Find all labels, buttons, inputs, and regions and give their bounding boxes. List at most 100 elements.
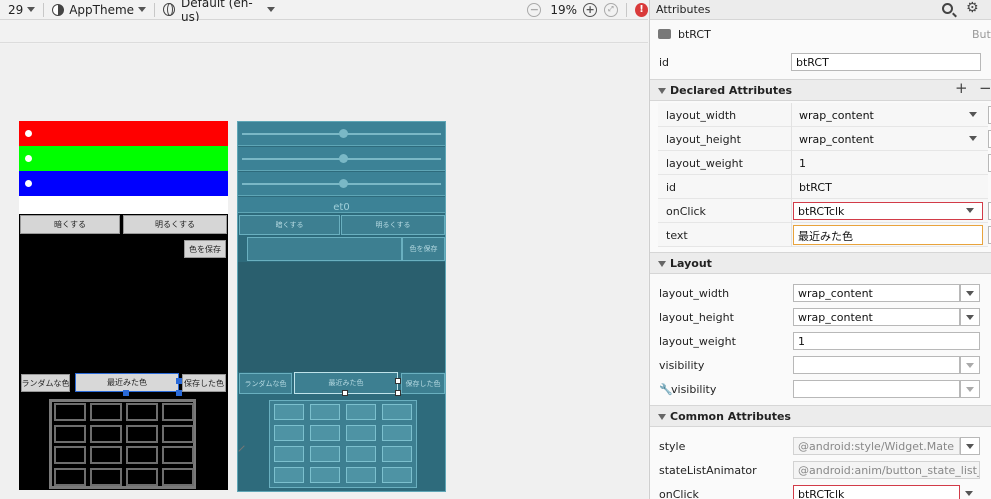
search-icon[interactable] bbox=[942, 3, 953, 14]
blueprint-lighten-button[interactable]: 明るくする bbox=[341, 215, 445, 235]
grid-cell[interactable] bbox=[162, 446, 194, 464]
blueprint-grid-cell[interactable] bbox=[310, 446, 340, 462]
seekbar-thumb[interactable] bbox=[25, 130, 32, 137]
tools-visibility-field[interactable] bbox=[793, 380, 960, 398]
blueprint-grid-cell[interactable] bbox=[346, 404, 376, 420]
blueprint-save-button[interactable]: 色を保存 bbox=[402, 237, 445, 261]
blueprint-grid-cell[interactable] bbox=[382, 425, 412, 441]
grid-cell[interactable] bbox=[54, 467, 86, 486]
color-strip-blue[interactable] bbox=[19, 171, 228, 196]
seekbar-thumb[interactable] bbox=[25, 180, 32, 187]
seekbar-thumb[interactable] bbox=[339, 154, 348, 163]
blueprint-grid-cell[interactable] bbox=[382, 467, 412, 483]
globe-icon bbox=[162, 3, 176, 16]
grid-cell[interactable] bbox=[126, 446, 158, 464]
seekbar-thumb[interactable] bbox=[339, 179, 348, 188]
blueprint-grid-cell[interactable] bbox=[274, 467, 304, 483]
grid-cell[interactable] bbox=[126, 424, 158, 443]
blueprint-seekbar-red[interactable] bbox=[238, 122, 445, 146]
grid-cell[interactable] bbox=[90, 424, 122, 443]
visibility-field[interactable] bbox=[793, 356, 960, 374]
add-attribute-icon[interactable]: + bbox=[955, 81, 968, 96]
grid-cell[interactable] bbox=[162, 424, 194, 443]
seekbar-thumb[interactable] bbox=[339, 129, 348, 138]
color-strip-red[interactable] bbox=[19, 121, 228, 146]
style-field[interactable]: @android:style/Widget.Mate bbox=[793, 437, 960, 455]
blueprint-grid-cell[interactable] bbox=[346, 467, 376, 483]
text-value-field[interactable]: 最近みた色 bbox=[793, 225, 983, 245]
attr-label: onClick bbox=[666, 205, 706, 218]
blueprint-darken-button[interactable]: 暗くする bbox=[239, 215, 340, 235]
blueprint-seekbar-green[interactable] bbox=[238, 147, 445, 171]
attr-value-field[interactable]: wrap_content bbox=[794, 130, 962, 148]
blueprint-grid-cell[interactable] bbox=[274, 404, 304, 420]
color-strip-green[interactable] bbox=[19, 146, 228, 171]
blueprint-grid-cell[interactable] bbox=[310, 404, 340, 420]
chevron-down-icon[interactable] bbox=[964, 106, 984, 124]
chevron-down-icon[interactable] bbox=[960, 356, 980, 374]
grid-cell[interactable] bbox=[54, 446, 86, 464]
grid-cell[interactable] bbox=[90, 467, 122, 486]
zoom-fit-icon[interactable]: ⤢ bbox=[604, 2, 619, 17]
blueprint-preview[interactable]: et0 暗くする 明るくする 色を保存 ランダムな色 最近みた色 保存した色 bbox=[237, 121, 446, 492]
chevron-down-icon[interactable] bbox=[964, 130, 984, 148]
blueprint-grid-cell[interactable] bbox=[382, 404, 412, 420]
onclick-value-field[interactable]: btRCTclk bbox=[793, 202, 983, 220]
blueprint-seekbar-blue[interactable] bbox=[238, 172, 445, 196]
blueprint-grid bbox=[269, 400, 417, 488]
attr-value-field[interactable]: 1 bbox=[794, 154, 984, 172]
selection-handle[interactable] bbox=[123, 390, 129, 396]
layout-section-header[interactable]: Layout bbox=[650, 252, 991, 274]
blueprint-saved-button[interactable]: 保存した色 bbox=[401, 373, 445, 394]
grid-cell[interactable] bbox=[126, 467, 158, 486]
seekbar-thumb[interactable] bbox=[25, 155, 32, 162]
chevron-down-icon[interactable] bbox=[960, 437, 980, 455]
layout-height-field[interactable]: wrap_content bbox=[793, 308, 960, 326]
common-attributes-header[interactable]: Common Attributes bbox=[650, 405, 991, 427]
theme-dropdown[interactable]: AppTheme bbox=[52, 0, 147, 20]
selection-handle[interactable] bbox=[342, 390, 348, 396]
blueprint-grid-cell[interactable] bbox=[346, 425, 376, 441]
grid-cell[interactable] bbox=[54, 403, 86, 421]
declared-attributes-header[interactable]: Declared Attributes + − bbox=[650, 79, 991, 101]
saved-color-button[interactable]: 保存した色 bbox=[182, 374, 226, 392]
remove-attribute-icon[interactable]: − bbox=[979, 81, 991, 96]
grid-cell[interactable] bbox=[54, 424, 86, 443]
design-preview[interactable]: 暗くする 明るくする 色を保存 ランダムな色 最近みた色 保存した色 bbox=[19, 121, 228, 490]
blueprint-grid-cell[interactable] bbox=[274, 425, 304, 441]
id-field[interactable]: btRCT bbox=[791, 53, 981, 71]
grid-cell[interactable] bbox=[126, 403, 158, 421]
blueprint-random-button[interactable]: ランダムな色 bbox=[239, 373, 292, 394]
grid-cell[interactable] bbox=[90, 403, 122, 421]
darken-button[interactable]: 暗くする bbox=[20, 215, 120, 234]
state-list-animator-field[interactable]: @android:anim/button_state_list_a bbox=[793, 461, 980, 479]
layout-width-field[interactable]: wrap_content bbox=[793, 284, 960, 302]
attr-value-field[interactable]: wrap_content bbox=[794, 106, 962, 124]
chevron-down-icon[interactable] bbox=[960, 485, 980, 499]
zoom-out-icon[interactable]: − bbox=[527, 2, 542, 17]
blueprint-grid-cell[interactable] bbox=[310, 467, 340, 483]
chevron-down-icon[interactable] bbox=[960, 380, 980, 398]
grid-cell[interactable] bbox=[90, 446, 122, 464]
grid-cell[interactable] bbox=[162, 403, 194, 421]
zoom-in-icon[interactable]: + bbox=[583, 2, 598, 17]
lighten-button[interactable]: 明るくする bbox=[123, 215, 227, 234]
blueprint-grid-cell[interactable] bbox=[382, 446, 412, 462]
error-icon[interactable]: ! bbox=[635, 2, 648, 17]
layout-weight-field[interactable]: 1 bbox=[793, 332, 980, 350]
common-onclick-field[interactable]: btRCTclk bbox=[793, 485, 960, 499]
save-color-button[interactable]: 色を保存 bbox=[184, 240, 226, 258]
chevron-down-icon[interactable] bbox=[961, 202, 981, 220]
declared-row-layout-weight: layout_weight 1 bbox=[658, 151, 988, 175]
random-color-button[interactable]: ランダムな色 bbox=[21, 374, 70, 392]
blueprint-grid-cell[interactable] bbox=[274, 446, 304, 462]
grid-cell[interactable] bbox=[162, 467, 194, 486]
locale-dropdown[interactable]: Default (en-us) bbox=[162, 0, 276, 24]
chevron-down-icon[interactable] bbox=[960, 308, 980, 326]
blueprint-grid-cell[interactable] bbox=[310, 425, 340, 441]
attr-value-field[interactable]: btRCT bbox=[794, 178, 984, 196]
chevron-down-icon[interactable] bbox=[960, 284, 980, 302]
gear-icon[interactable]: ⚙ bbox=[966, 1, 979, 15]
api-level-dropdown[interactable]: 29 bbox=[8, 0, 36, 20]
blueprint-grid-cell[interactable] bbox=[346, 446, 376, 462]
